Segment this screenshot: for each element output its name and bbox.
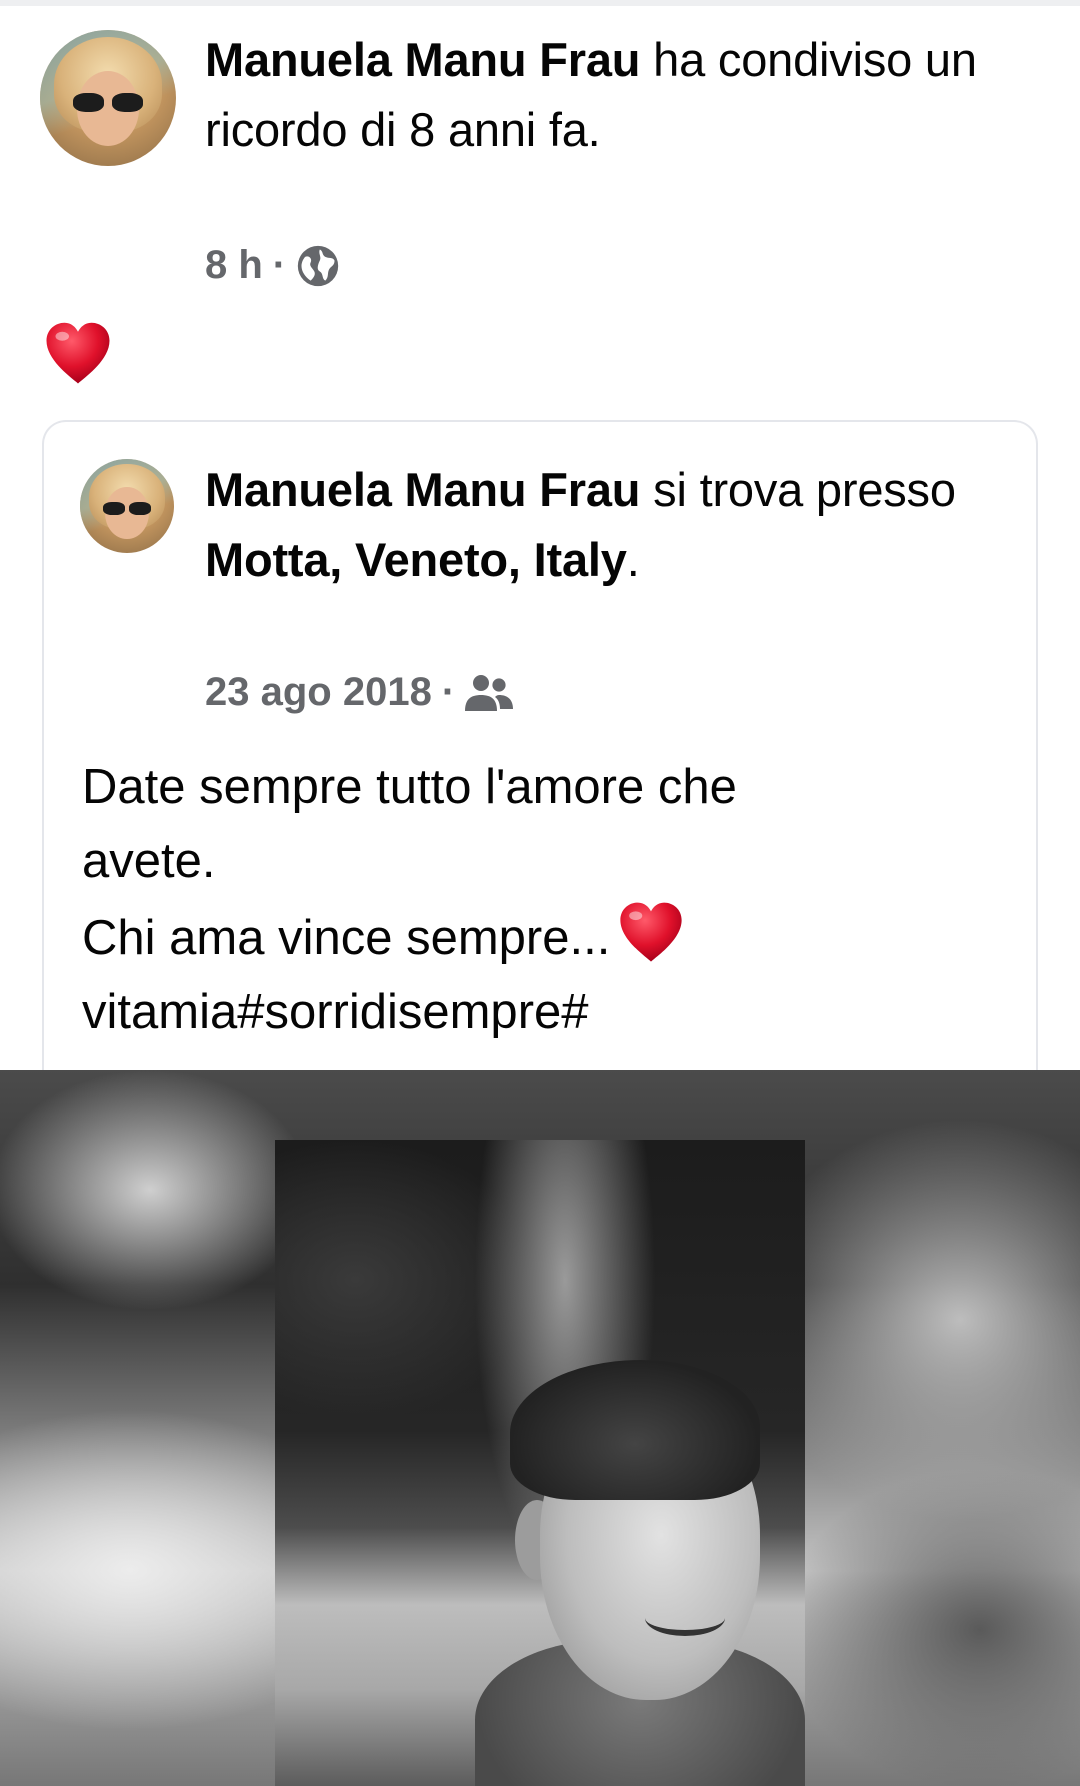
shared-post-date[interactable]: 23 ago 2018 [205,670,432,715]
post-header-text: Manuela Manu Frau ha condiviso un ricord… [205,25,1035,165]
post-photo[interactable] [0,1070,1080,1786]
post-text-line: avete. [82,834,216,888]
globe-icon[interactable] [296,244,340,288]
friends-icon[interactable] [465,673,514,713]
post-text-line: Chi ama vince sempre... [82,911,611,965]
heart-emoji-icon [620,902,682,962]
post-text-line-with-heart: Chi ama vince sempre... [82,898,1012,975]
location-link[interactable]: Motta, Veneto, Italy [205,533,627,586]
post-body-text: Date sempre tutto l'amore che avete. Chi… [82,750,1012,1049]
post-time[interactable]: 8 h [205,243,263,288]
photo-subject [275,1140,805,1786]
meta-separator: · [441,670,456,714]
shared-post-header-text: Manuela Manu Frau si trova presso Motta,… [205,455,1005,595]
shared-post-meta: 23 ago 2018 · [205,670,514,715]
post-text-line: vitamia#sorridisempre# [82,985,589,1039]
shared-author-avatar[interactable] [80,459,174,553]
shared-action-suffix: . [626,533,640,586]
shared-action-prefix: si trova presso [640,463,956,516]
author-name-link[interactable]: Manuela Manu Frau [205,33,641,86]
post-meta: 8 h · [205,243,340,288]
author-avatar[interactable] [40,30,176,166]
post-text-line: Date sempre tutto l'amore che [82,760,737,814]
heart-emoji-icon [46,322,110,384]
meta-separator: · [272,243,287,287]
top-divider [0,0,1080,6]
shared-author-name-link[interactable]: Manuela Manu Frau [205,463,641,516]
